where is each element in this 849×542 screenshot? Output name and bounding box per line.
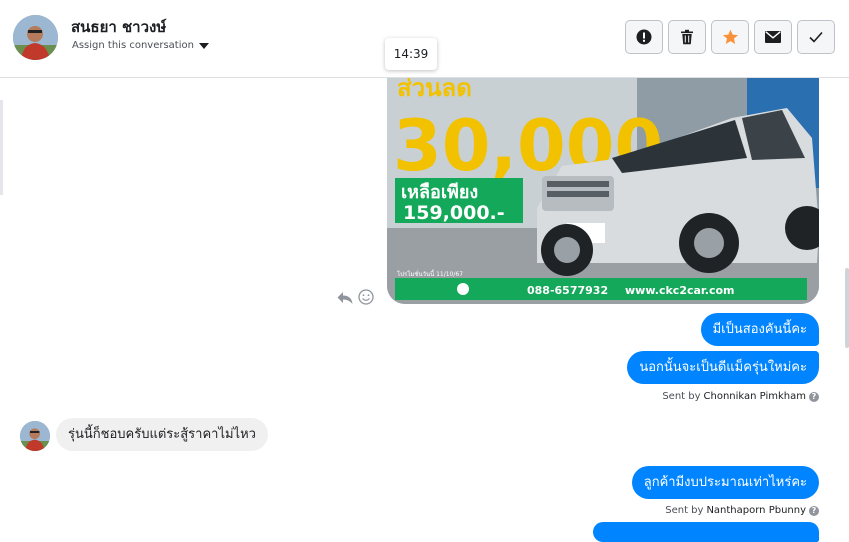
sent-by-prefix: Sent by: [665, 505, 704, 516]
outgoing-message-bubble[interactable]: มีเป็นสองคันนี้คะ: [700, 313, 819, 346]
contact-avatar[interactable]: [13, 15, 58, 60]
sent-by-name: Nanthaporn Pbunny: [706, 505, 806, 516]
assign-conversation-dropdown[interactable]: Assign this conversation: [72, 40, 209, 51]
done-button[interactable]: [797, 20, 835, 54]
envelope-icon: [765, 31, 781, 43]
help-icon[interactable]: ?: [809, 391, 819, 402]
outgoing-message-bubble[interactable]: ลูกค้ามีงบประมาณเท่าไหร่คะ: [631, 466, 819, 499]
ad-headline-top: ส่วนลด: [397, 78, 472, 102]
star-icon: [722, 29, 738, 44]
sent-by-prefix: Sent by: [662, 391, 701, 402]
scrollbar[interactable]: [845, 268, 849, 348]
sent-by-name: Chonnikan Pimkham: [703, 391, 806, 402]
incoming-message-bubble[interactable]: รุ่นนี้ก็ชอบครับแต่ระสู้ราคาไม่ไหว: [56, 418, 268, 451]
ad-price-label: เหลือเพียง: [401, 182, 478, 203]
delete-button[interactable]: [668, 20, 706, 54]
outgoing-message-bubble-partial[interactable]: [593, 522, 819, 542]
exclamation-icon: [636, 29, 652, 45]
assign-label: Assign this conversation: [72, 40, 194, 51]
outgoing-message-bubble[interactable]: นอกนั้นจะเป็นดีแม็ครุ่นใหม่คะ: [627, 351, 819, 384]
sent-by-label: Sent by Nanthaporn Pbunny ?: [665, 505, 819, 516]
ad-price-value: 159,000.-: [403, 202, 505, 224]
star-button[interactable]: [711, 20, 749, 54]
contact-avatar-small[interactable]: [20, 421, 50, 451]
timestamp-tooltip: 14:39: [385, 38, 437, 70]
mark-unread-button[interactable]: [754, 20, 792, 54]
sent-by-label: Sent by Chonnikan Pimkham ?: [662, 391, 819, 402]
ad-website: www.ckc2car.com: [625, 284, 735, 297]
help-icon[interactable]: ?: [809, 505, 819, 516]
trash-icon: [681, 29, 693, 45]
emoji-reaction-icon[interactable]: [358, 289, 374, 309]
ad-phone: 088-6577932: [527, 284, 608, 297]
shared-image-attachment[interactable]: ส่วนลด 30,000 เหลือเพียง 159,000.- โปรโม…: [387, 78, 819, 304]
panel-edge: [0, 100, 3, 195]
contact-name[interactable]: สนธยา ชาวงษ์: [71, 15, 166, 39]
spam-button[interactable]: [625, 20, 663, 54]
reply-icon[interactable]: [337, 290, 353, 309]
checkmark-icon: [809, 31, 823, 43]
caret-down-icon: [198, 42, 209, 49]
